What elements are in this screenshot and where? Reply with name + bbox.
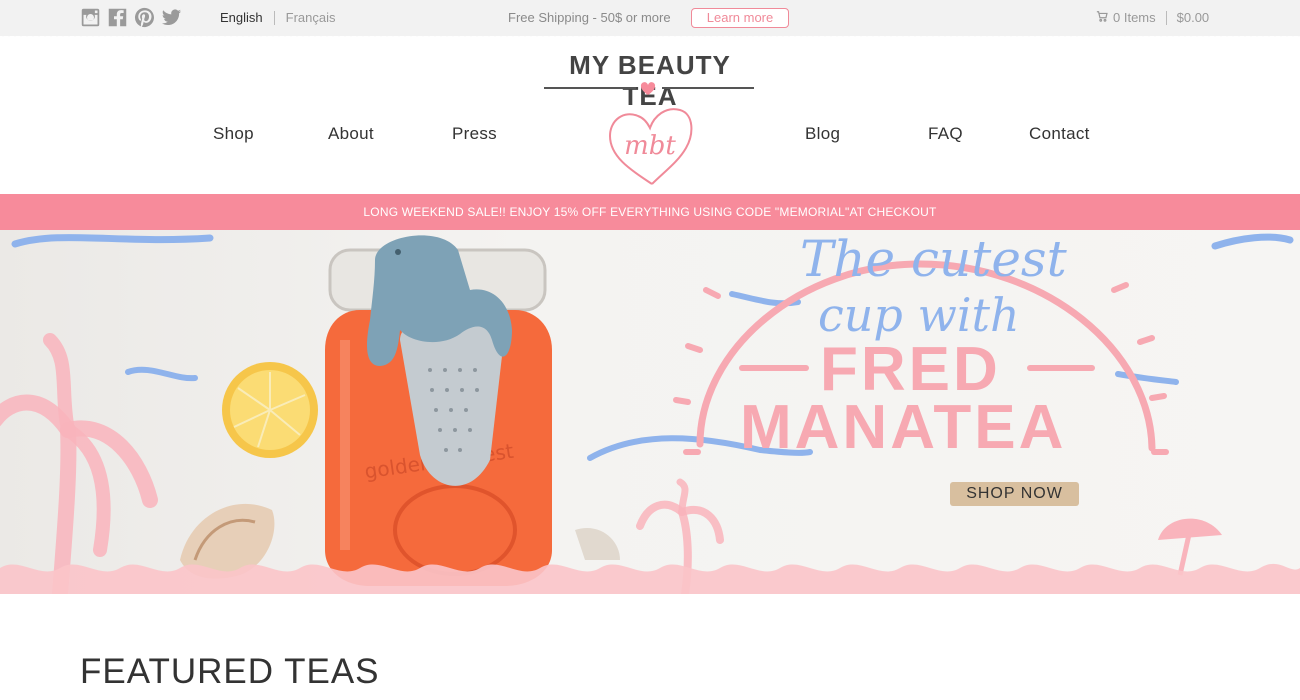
divider (273, 10, 275, 25)
learn-more-button[interactable]: Learn more (691, 8, 789, 28)
facebook-icon[interactable] (107, 7, 128, 28)
nav-press[interactable]: Press (452, 124, 497, 144)
language-switcher: English Français (220, 10, 336, 25)
cart-summary[interactable]: 0 Items $0.00 (1096, 10, 1209, 25)
shipping-notice: Free Shipping - 50$ or more (508, 10, 671, 25)
nav-contact[interactable]: Contact (1029, 124, 1090, 144)
nav-about[interactable]: About (328, 124, 374, 144)
hero-title-manatea: MANATEA (740, 393, 1067, 462)
hero-headline-line1: The cutest (800, 230, 1067, 288)
cart-items[interactable]: 0 Items (1113, 10, 1156, 25)
lang-english[interactable]: English (220, 10, 263, 25)
hero-banner[interactable]: golden harvest (0, 230, 1300, 594)
nav-blog[interactable]: Blog (805, 124, 840, 144)
logo-rule-left (544, 87, 636, 89)
section-title-featured: FEATURED TEAS (80, 652, 380, 691)
social-links (80, 7, 182, 28)
hero-illustration: golden harvest (0, 233, 1300, 594)
pinterest-icon[interactable] (134, 7, 155, 28)
instagram-icon[interactable] (80, 7, 101, 28)
nav-shop[interactable]: Shop (213, 124, 254, 144)
promo-banner: LONG WEEKEND SALE!! ENJOY 15% OFF EVERYT… (0, 194, 1300, 230)
shop-now-button[interactable]: SHOP NOW (950, 482, 1079, 506)
mbt-monogram: mbt (624, 131, 676, 161)
twitter-icon[interactable] (161, 7, 182, 28)
heart-icon (640, 82, 656, 95)
divider (1165, 10, 1167, 25)
cart-total[interactable]: $0.00 (1177, 10, 1210, 25)
cart-icon (1096, 10, 1113, 25)
logo-rule-right (662, 87, 754, 89)
nav-faq[interactable]: FAQ (928, 124, 963, 144)
lang-french[interactable]: Français (286, 10, 336, 25)
top-bar-edge (0, 34, 1300, 38)
mbt-heart-logo[interactable]: mbt (604, 102, 696, 188)
